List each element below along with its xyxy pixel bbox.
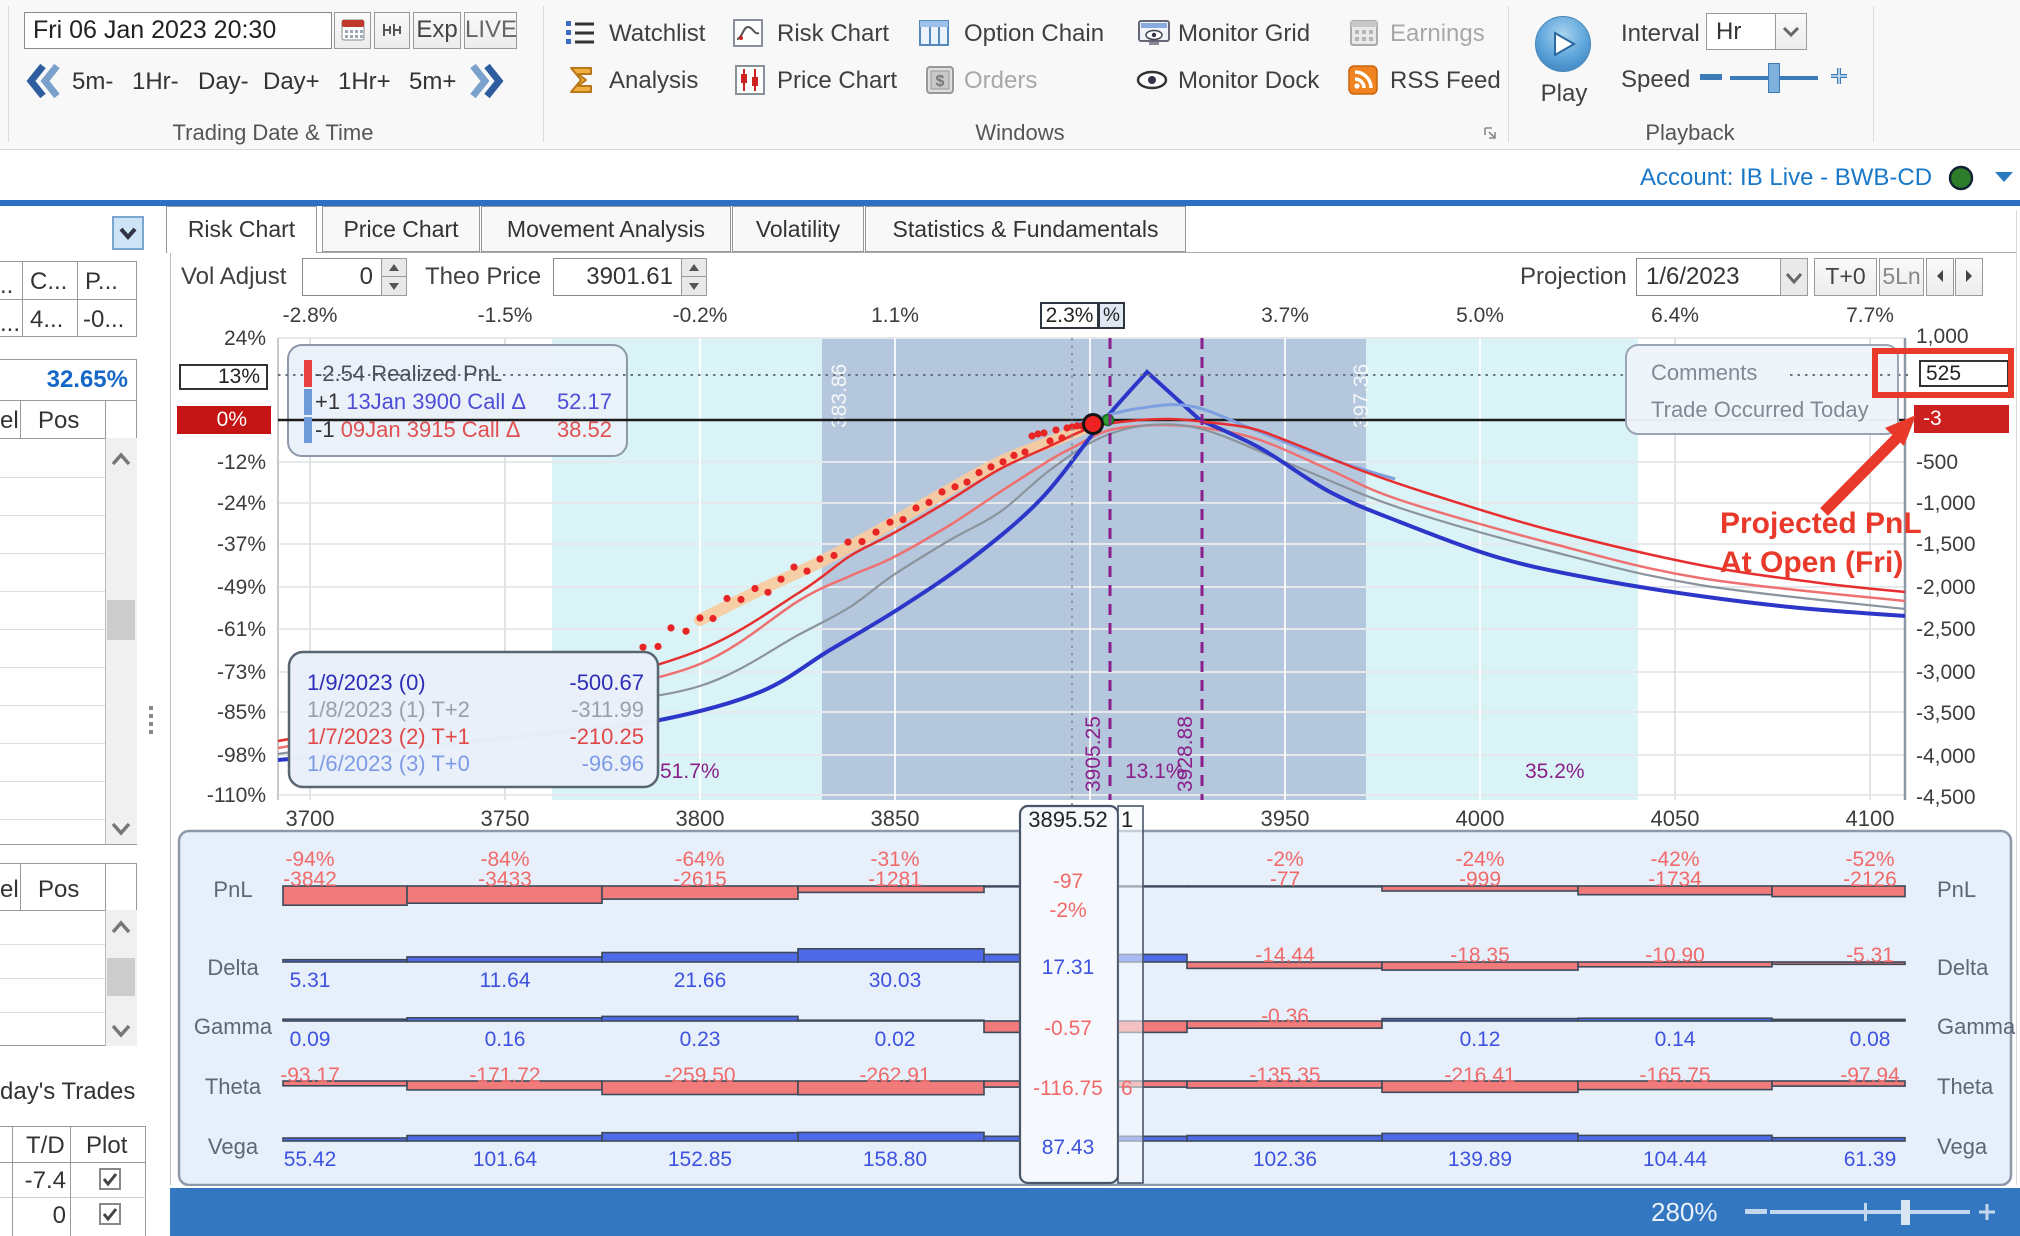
svg-text:397.36: 397.36: [1350, 364, 1373, 428]
svg-text:$: $: [936, 73, 945, 90]
svg-text:3905.25: 3905.25: [1082, 716, 1105, 792]
svg-text:383.86: 383.86: [828, 364, 851, 428]
